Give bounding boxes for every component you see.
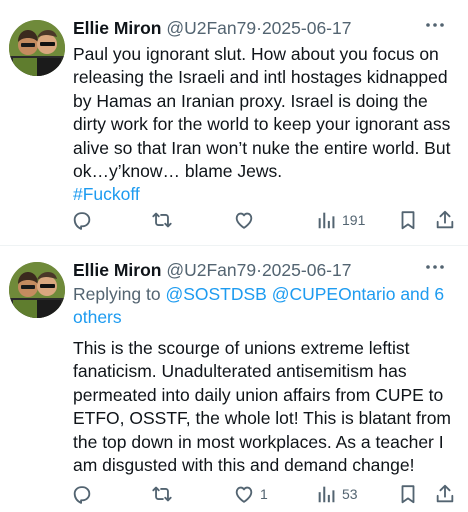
like-icon (235, 212, 253, 229)
retweet-button[interactable] (151, 205, 173, 235)
views-count: 53 (342, 486, 358, 502)
reply-icon (73, 486, 91, 504)
reply-button[interactable] (71, 479, 93, 509)
tweet[interactable]: Ellie Miron @U2Fan79·2025-06-17 Replying… (0, 246, 468, 512)
tweet-text: Paul you ignorant slut. How about you fo… (73, 43, 458, 207)
views-icon (318, 212, 335, 229)
bookmark-button[interactable] (397, 205, 419, 235)
views-button[interactable]: 191 (315, 205, 365, 235)
like-button[interactable] (233, 205, 260, 235)
tweet-date[interactable]: 2025-06-17 (262, 18, 352, 38)
reply-button[interactable] (71, 205, 93, 235)
avatar[interactable] (9, 262, 65, 318)
bookmark-button[interactable] (397, 479, 419, 509)
tweet-text: This is the scourge of unions extreme le… (73, 337, 458, 477)
retweet-icon (152, 212, 172, 228)
tweet-header: Ellie Miron @U2Fan79·2025-06-17 (73, 17, 351, 39)
user-handle[interactable]: @U2Fan79 (166, 260, 256, 280)
views-button[interactable]: 53 (315, 479, 358, 509)
like-button[interactable]: 1 (233, 479, 268, 509)
reply-icon (73, 212, 91, 230)
replying-to: Replying to @SOSTDSB @CUPEOntario and 6 … (73, 283, 458, 330)
share-button[interactable] (434, 479, 456, 509)
tweet-text-content: This is the scourge of unions extreme le… (73, 338, 452, 476)
user-handle[interactable]: @U2Fan79 (166, 18, 256, 38)
views-count: 191 (342, 212, 366, 228)
share-button[interactable] (434, 205, 456, 235)
share-icon (436, 210, 454, 229)
action-bar: 191 (0, 205, 468, 235)
hashtag-link[interactable]: #Fuckoff (73, 183, 458, 206)
retweet-button[interactable] (151, 479, 173, 509)
action-bar: 1 53 (0, 479, 468, 509)
like-icon (235, 486, 253, 503)
bookmark-icon (401, 485, 415, 504)
tweet-text-content: Paul you ignorant slut. How about you fo… (73, 44, 451, 182)
replying-to-prefix: Replying to (73, 284, 161, 304)
display-name[interactable]: Ellie Miron (73, 18, 161, 38)
like-count: 1 (260, 486, 268, 502)
tweet[interactable]: Ellie Miron @U2Fan79·2025-06-17 Paul you… (0, 0, 468, 245)
tweet-header: Ellie Miron @U2Fan79·2025-06-17 (73, 259, 351, 281)
share-icon (436, 484, 454, 503)
tweet-date[interactable]: 2025-06-17 (262, 260, 352, 280)
more-icon[interactable] (424, 260, 446, 274)
retweet-icon (152, 486, 172, 502)
bookmark-icon (401, 211, 415, 230)
avatar[interactable] (9, 20, 65, 76)
more-icon[interactable] (424, 18, 446, 32)
views-icon (318, 486, 335, 503)
display-name[interactable]: Ellie Miron (73, 260, 161, 280)
